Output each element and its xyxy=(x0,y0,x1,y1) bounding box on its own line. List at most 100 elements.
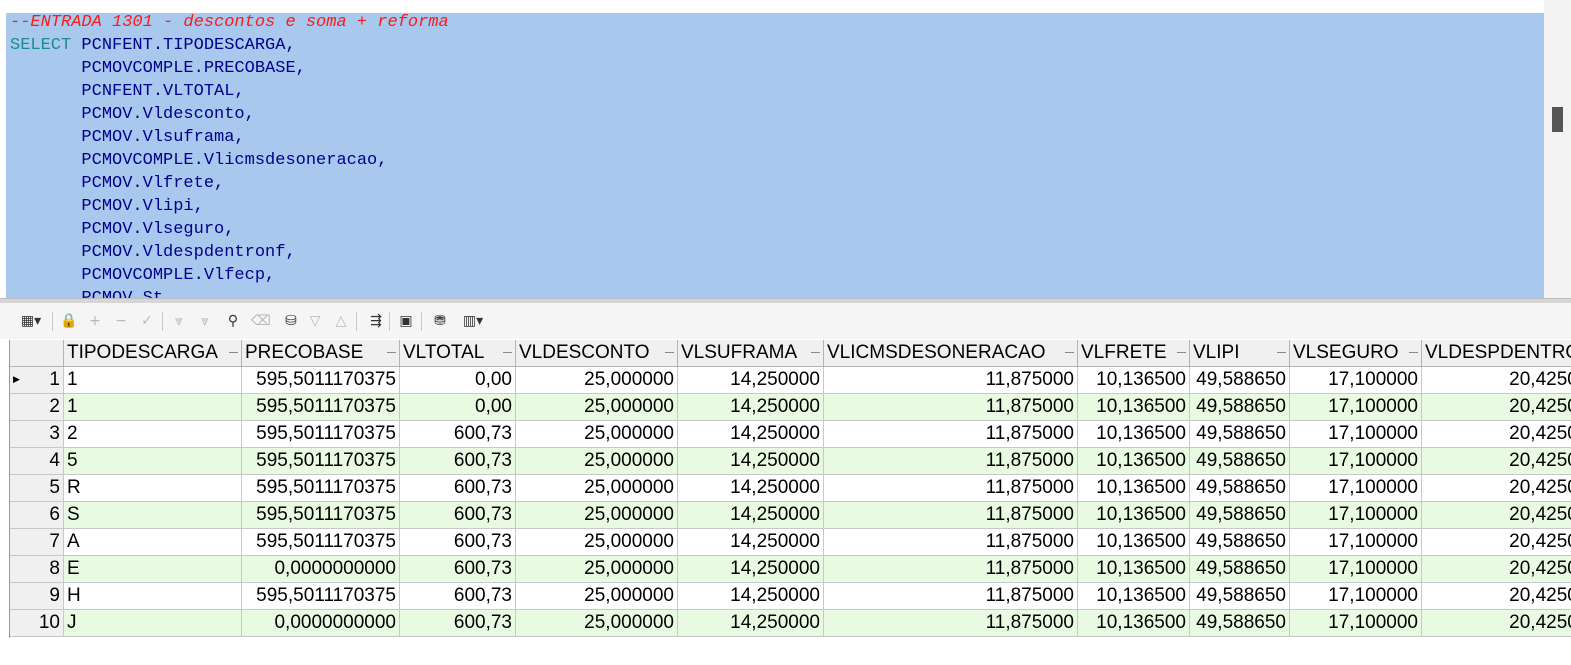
table-cell[interactable]: 17,100000 xyxy=(1290,583,1422,610)
column-header[interactable]: VLDESPDENTRONF xyxy=(1422,340,1571,367)
table-cell[interactable]: 2 xyxy=(64,421,242,448)
delete-record-icon[interactable]: − xyxy=(112,312,130,330)
sort-indicator-icon[interactable] xyxy=(811,352,820,353)
table-cell[interactable]: A xyxy=(64,529,242,556)
table-cell[interactable]: 0,0000000000 xyxy=(242,556,400,583)
table-cell[interactable]: R xyxy=(64,475,242,502)
table-cell[interactable]: 14,250000 xyxy=(678,448,824,475)
export-icon[interactable]: ⛃ xyxy=(429,312,451,330)
table-cell[interactable]: 17,100000 xyxy=(1290,367,1422,394)
column-header[interactable]: VLTOTAL xyxy=(400,340,516,367)
filter-icon[interactable]: ▽ xyxy=(306,312,324,330)
table-cell[interactable]: 49,588650 xyxy=(1190,367,1290,394)
post-changes-icon[interactable]: ✓ xyxy=(137,312,157,330)
column-header[interactable]: VLICMSDESONERACAO xyxy=(824,340,1078,367)
table-cell[interactable]: 25,000000 xyxy=(516,610,678,637)
row-indicator[interactable]: 4 xyxy=(10,448,64,475)
table-cell[interactable]: 600,73 xyxy=(400,502,516,529)
table-cell[interactable]: 20,425000 xyxy=(1422,367,1571,394)
sort-indicator-icon[interactable] xyxy=(503,352,512,353)
table-cell[interactable]: 10,136500 xyxy=(1078,421,1190,448)
table-cell[interactable]: J xyxy=(64,610,242,637)
sort-indicator-icon[interactable] xyxy=(1177,352,1186,353)
table-cell[interactable]: 14,250000 xyxy=(678,502,824,529)
table-cell[interactable]: 25,000000 xyxy=(516,529,678,556)
table-cell[interactable]: 1 xyxy=(64,394,242,421)
table-cell[interactable]: 20,425000 xyxy=(1422,610,1571,637)
table-cell[interactable]: 10,136500 xyxy=(1078,448,1190,475)
table-cell[interactable]: 49,588650 xyxy=(1190,556,1290,583)
table-cell[interactable]: 25,000000 xyxy=(516,367,678,394)
table-cell[interactable]: 10,136500 xyxy=(1078,556,1190,583)
header-corner[interactable] xyxy=(10,340,64,367)
table-cell[interactable]: 11,875000 xyxy=(824,556,1078,583)
table-cell[interactable]: 11,875000 xyxy=(824,475,1078,502)
row-indicator[interactable]: 7 xyxy=(10,529,64,556)
table-cell[interactable]: 25,000000 xyxy=(516,502,678,529)
table-cell[interactable]: 10,136500 xyxy=(1078,367,1190,394)
sql-code[interactable]: --ENTRADA 1301 - descontos e soma + refo… xyxy=(10,11,449,298)
table-cell[interactable]: 11,875000 xyxy=(824,583,1078,610)
table-cell[interactable]: 20,425000 xyxy=(1422,529,1571,556)
column-header[interactable]: VLDESCONTO xyxy=(516,340,678,367)
query-by-example-icon[interactable]: ⛁ xyxy=(280,312,302,330)
table-cell[interactable]: 14,250000 xyxy=(678,421,824,448)
table-cell[interactable]: 10,136500 xyxy=(1078,475,1190,502)
table-cell[interactable]: 0,0000000000 xyxy=(242,610,400,637)
table-cell[interactable]: 11,875000 xyxy=(824,502,1078,529)
column-header[interactable]: VLSEGURO xyxy=(1290,340,1422,367)
table-cell[interactable]: 14,250000 xyxy=(678,394,824,421)
table-cell[interactable]: S xyxy=(64,502,242,529)
row-indicator[interactable]: 9 xyxy=(10,583,64,610)
table-cell[interactable]: 25,000000 xyxy=(516,556,678,583)
sort-indicator-icon[interactable] xyxy=(1409,352,1418,353)
find-icon[interactable]: ⚲ xyxy=(222,312,244,330)
table-cell[interactable]: 25,000000 xyxy=(516,475,678,502)
table-cell[interactable]: H xyxy=(64,583,242,610)
table-cell[interactable]: 600,73 xyxy=(400,556,516,583)
row-indicator[interactable]: 10 xyxy=(10,610,64,637)
editor-scroll-thumb[interactable] xyxy=(1552,107,1563,132)
editor-vertical-scrollbar[interactable] xyxy=(1544,0,1571,298)
table-cell[interactable]: 1 xyxy=(64,367,242,394)
row-indicator[interactable]: 2 xyxy=(10,394,64,421)
table-cell[interactable]: 0,00 xyxy=(400,367,516,394)
table-cell[interactable]: 595,5011170375 xyxy=(242,475,400,502)
table-cell[interactable]: 11,875000 xyxy=(824,448,1078,475)
table-cell[interactable]: 17,100000 xyxy=(1290,475,1422,502)
table-cell[interactable]: 49,588650 xyxy=(1190,448,1290,475)
table-cell[interactable]: 10,136500 xyxy=(1078,610,1190,637)
table-cell[interactable]: 17,100000 xyxy=(1290,502,1422,529)
sort-indicator-icon[interactable] xyxy=(387,352,396,353)
table-cell[interactable]: 20,425000 xyxy=(1422,475,1571,502)
table-cell[interactable]: 600,73 xyxy=(400,610,516,637)
table-cell[interactable]: 20,425000 xyxy=(1422,394,1571,421)
sql-editor[interactable]: --ENTRADA 1301 - descontos e soma + refo… xyxy=(0,0,1571,298)
save-icon[interactable]: ▣ xyxy=(397,312,415,330)
lock-icon[interactable]: 🔒 xyxy=(60,312,78,330)
table-cell[interactable]: 595,5011170375 xyxy=(242,502,400,529)
table-cell[interactable]: 11,875000 xyxy=(824,421,1078,448)
sort-indicator-icon[interactable] xyxy=(229,352,238,353)
sort-icon[interactable]: △ xyxy=(332,312,350,330)
table-cell[interactable]: 20,425000 xyxy=(1422,421,1571,448)
row-indicator[interactable]: 3 xyxy=(10,421,64,448)
table-cell[interactable]: 14,250000 xyxy=(678,556,824,583)
table-cell[interactable]: 20,425000 xyxy=(1422,502,1571,529)
table-cell[interactable]: 14,250000 xyxy=(678,583,824,610)
grid-options-icon[interactable]: ▦▾ xyxy=(14,312,48,330)
table-cell[interactable]: 600,73 xyxy=(400,529,516,556)
table-cell[interactable]: 17,100000 xyxy=(1290,448,1422,475)
table-cell[interactable]: 600,73 xyxy=(400,475,516,502)
table-cell[interactable]: 10,136500 xyxy=(1078,394,1190,421)
table-cell[interactable]: 20,425000 xyxy=(1422,583,1571,610)
table-cell[interactable]: 17,100000 xyxy=(1290,556,1422,583)
column-header[interactable]: VLSUFRAMA xyxy=(678,340,824,367)
column-header[interactable]: TIPODESCARGA xyxy=(64,340,242,367)
table-cell[interactable]: 0,00 xyxy=(400,394,516,421)
table-cell[interactable]: 17,100000 xyxy=(1290,610,1422,637)
table-cell[interactable]: 10,136500 xyxy=(1078,502,1190,529)
table-cell[interactable]: 20,425000 xyxy=(1422,448,1571,475)
table-cell[interactable]: 14,250000 xyxy=(678,475,824,502)
sort-indicator-icon[interactable] xyxy=(1065,352,1074,353)
